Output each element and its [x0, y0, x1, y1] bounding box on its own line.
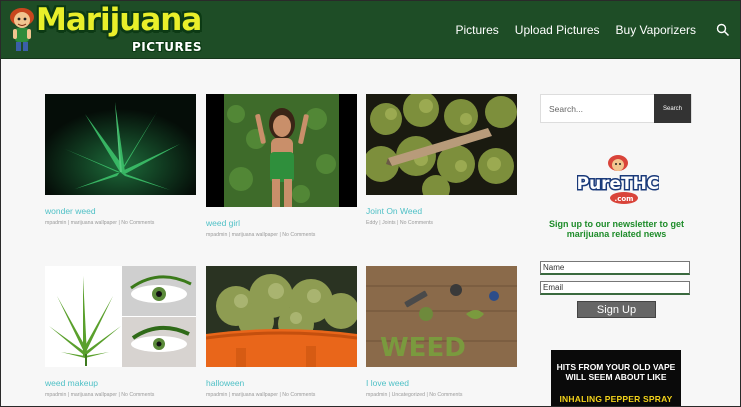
post-meta: mpadmin | marijuana wallpaper | No Comme… — [206, 232, 316, 238]
search-button[interactable]: Search — [654, 94, 691, 123]
post-comments[interactable]: No Comments — [400, 220, 433, 226]
post-category[interactable]: Joints — [382, 220, 396, 226]
purethc-logo-sub: .com — [615, 195, 634, 203]
post-author[interactable]: Eddy — [366, 220, 378, 226]
ad-text-line: HITS FROM YOUR OLD VAPE WILL SEEM ABOUT … — [556, 362, 676, 382]
nav-item-buy-vaporizers[interactable]: Buy Vaporizers — [616, 23, 696, 37]
post-category[interactable]: marijuana wallpaper — [71, 220, 117, 226]
main-nav: Pictures Upload Pictures Buy Vaporizers — [455, 23, 696, 37]
post-comments[interactable]: No Comments — [121, 392, 154, 398]
search-input[interactable] — [541, 95, 655, 122]
site-logo[interactable]: Marijuana PICTURES — [7, 2, 202, 56]
post-title[interactable]: Joint On Weed — [366, 206, 422, 216]
post-meta: Eddy | Joints | No Comments — [366, 220, 434, 226]
post-thumbnail[interactable]: WEED — [366, 266, 517, 367]
post-comments[interactable]: No Comments — [282, 392, 315, 398]
signup-button[interactable]: Sign Up — [577, 301, 656, 318]
post-thumbnail[interactable] — [45, 94, 196, 195]
nav-item-pictures[interactable]: Pictures — [455, 23, 498, 37]
post-comments[interactable]: No Comments — [429, 392, 462, 398]
sidebar-search: Search — [540, 94, 692, 123]
page: Marijuana PICTURES Pictures Upload Pictu… — [0, 0, 741, 407]
post-thumbnail[interactable] — [206, 94, 357, 207]
purethc-logo-text: PureTHC — [577, 174, 659, 194]
newsletter-heading: Sign up to our newsletter to get marijua… — [549, 219, 684, 239]
logo-text-main: Marijuana — [36, 2, 202, 38]
purethc-logo[interactable]: PureTHC .com — [577, 151, 659, 207]
post-title[interactable]: halloween — [206, 378, 244, 388]
post-author[interactable]: mpadmin — [45, 220, 66, 226]
logo-text-sub: PICTURES — [132, 40, 203, 54]
ad-highlight-text: INHALING PEPPER SPRAY — [559, 394, 673, 404]
post-author[interactable]: mpadmin — [45, 392, 66, 398]
post-thumbnail[interactable] — [206, 266, 357, 367]
post-category[interactable]: Uncategorized — [392, 392, 425, 398]
post-category[interactable]: marijuana wallpaper — [232, 392, 278, 398]
post-thumbnail[interactable] — [45, 266, 196, 367]
vape-ad-banner[interactable]: HITS FROM YOUR OLD VAPE WILL SEEM ABOUT … — [551, 350, 681, 406]
post-meta: mpadmin | marijuana wallpaper | No Comme… — [45, 220, 155, 226]
post-comments[interactable]: No Comments — [282, 232, 315, 238]
svg-text:WEED: WEED — [380, 333, 466, 363]
post-meta: mpadmin | Uncategorized | No Comments — [366, 392, 463, 398]
mascot-icon — [10, 8, 34, 51]
post-thumbnail[interactable] — [366, 94, 517, 195]
search-icon[interactable] — [716, 23, 730, 37]
site-header: Marijuana PICTURES Pictures Upload Pictu… — [1, 1, 740, 59]
email-field[interactable] — [540, 281, 690, 295]
name-field[interactable] — [540, 261, 690, 275]
post-category[interactable]: marijuana wallpaper — [71, 392, 117, 398]
post-author[interactable]: mpadmin — [206, 232, 227, 238]
post-author[interactable]: mpadmin — [366, 392, 387, 398]
post-category[interactable]: marijuana wallpaper — [232, 232, 278, 238]
post-comments[interactable]: No Comments — [121, 220, 154, 226]
post-title[interactable]: I love weed — [366, 378, 409, 388]
post-title[interactable]: wonder weed — [45, 206, 96, 216]
post-title[interactable]: weed girl — [206, 218, 240, 228]
post-meta: mpadmin | marijuana wallpaper | No Comme… — [45, 392, 155, 398]
post-meta: mpadmin | marijuana wallpaper | No Comme… — [206, 392, 316, 398]
nav-item-upload-pictures[interactable]: Upload Pictures — [515, 23, 600, 37]
post-author[interactable]: mpadmin — [206, 392, 227, 398]
post-title[interactable]: weed makeup — [45, 378, 98, 388]
